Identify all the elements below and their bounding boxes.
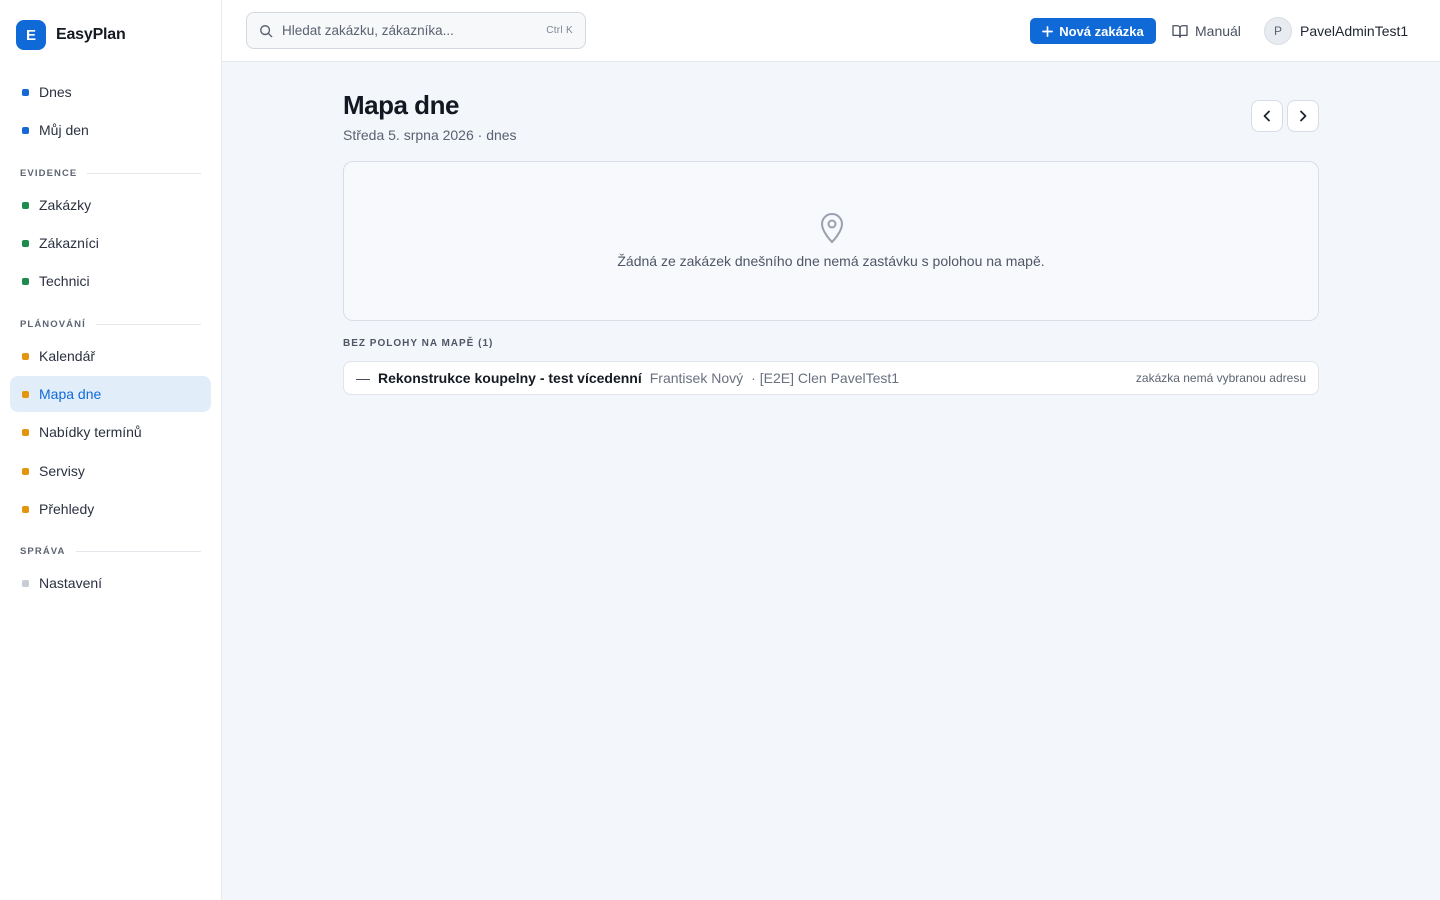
sidebar-item-dnes[interactable]: Dnes bbox=[10, 74, 211, 110]
search-shortcut: Ctrl K bbox=[546, 25, 573, 36]
username: PavelAdminTest1 bbox=[1300, 23, 1409, 39]
sidebar-item-label: Nastavení bbox=[39, 575, 103, 591]
section-planovani: PLÁNOVÁNÍ bbox=[20, 317, 201, 331]
brand[interactable]: E EasyPlan bbox=[16, 20, 126, 50]
section-divider bbox=[75, 550, 201, 552]
no-location-heading: BEZ POLOHY NA MAPĚ (1) bbox=[343, 338, 494, 349]
sidebar-item-label: Technici bbox=[39, 273, 90, 289]
nav-dot bbox=[22, 467, 29, 475]
row-note: zakázka nemá vybranou adresu bbox=[1135, 371, 1306, 385]
sidebar-item-prehledy[interactable]: Přehledy bbox=[10, 491, 211, 527]
nav-dot bbox=[22, 201, 29, 209]
map-empty-message: Žádná ze zakázek dnešního dne nemá zastá… bbox=[617, 253, 1045, 269]
section-title: PLÁNOVÁNÍ bbox=[20, 318, 86, 330]
chevron-right-icon bbox=[1300, 110, 1307, 122]
section-divider bbox=[95, 323, 201, 325]
page-title: Mapa dne bbox=[343, 90, 459, 120]
sidebar-item-label: Zákazníci bbox=[39, 235, 99, 251]
section-sprava: SPRÁVA bbox=[20, 544, 201, 558]
manual-label: Manuál bbox=[1195, 23, 1241, 39]
sidebar-item-label: Zakázky bbox=[39, 197, 92, 213]
search-input[interactable]: Hledat zakázku, zákazníka... Ctrl K bbox=[246, 12, 586, 49]
section-evidence: EVIDENCE bbox=[20, 166, 201, 180]
nav-dot bbox=[22, 88, 29, 96]
sidebar-item-label: Můj den bbox=[39, 122, 89, 138]
sidebar-item-zakazky[interactable]: Zakázky bbox=[10, 187, 211, 223]
sidebar-item-label: Servisy bbox=[39, 463, 85, 479]
job-name: Rekonstrukce koupelny - test vícedenní bbox=[378, 370, 642, 386]
sidebar-item-muj-den[interactable]: Můj den bbox=[10, 112, 211, 148]
manual-link[interactable]: Manuál bbox=[1172, 19, 1241, 43]
technician-name: [E2E] Clen PavelTest1 bbox=[759, 370, 900, 386]
new-job-label: Nová zakázka bbox=[1059, 23, 1144, 39]
section-title: EVIDENCE bbox=[20, 167, 78, 179]
app-logo: E bbox=[16, 20, 46, 50]
sidebar-item-nastaveni[interactable]: Nastavení bbox=[10, 565, 211, 601]
avatar: P bbox=[1264, 17, 1292, 45]
plus-icon bbox=[1042, 25, 1054, 37]
page-subtitle: Středa 5. srpna 2026 · dnes bbox=[343, 127, 517, 143]
topbar: Hledat zakázku, zákazníka... Ctrl K Nová… bbox=[222, 0, 1440, 62]
sidebar-item-kalendar[interactable]: Kalendář bbox=[10, 338, 211, 374]
app-name: EasyPlan bbox=[56, 26, 126, 43]
sidebar-item-mapa-dne[interactable]: Mapa dne bbox=[10, 376, 211, 412]
book-icon bbox=[1172, 25, 1188, 38]
sidebar-item-technici[interactable]: Technici bbox=[10, 263, 211, 299]
section-title: SPRÁVA bbox=[20, 545, 66, 557]
search-placeholder: Hledat zakázku, zákazníka... bbox=[282, 23, 454, 38]
sidebar-item-nabidky-terminu[interactable]: Nabídky termínů bbox=[10, 414, 211, 450]
search-icon bbox=[260, 24, 273, 37]
sidebar-item-label: Dnes bbox=[39, 84, 72, 100]
nav-dot bbox=[22, 428, 29, 436]
sidebar-item-servisy[interactable]: Servisy bbox=[10, 453, 211, 489]
sidebar-item-label: Kalendář bbox=[39, 348, 96, 364]
nav-dot bbox=[22, 579, 29, 587]
chevron-left-icon bbox=[1263, 110, 1270, 122]
sidebar: E EasyPlan Dnes Můj den EVIDENCE Zakázky… bbox=[0, 0, 222, 900]
row-dash: — bbox=[356, 370, 370, 386]
nav-dot bbox=[22, 126, 29, 134]
sidebar-item-zakaznici[interactable]: Zákazníci bbox=[10, 225, 211, 261]
nav-dot bbox=[22, 390, 29, 398]
nav-dot bbox=[22, 239, 29, 247]
sidebar-item-label: Přehledy bbox=[39, 501, 95, 517]
sidebar-item-label: Mapa dne bbox=[39, 386, 102, 402]
nav-dot bbox=[22, 505, 29, 513]
new-job-button[interactable]: Nová zakázka bbox=[1030, 18, 1156, 44]
prev-day-button[interactable] bbox=[1251, 100, 1283, 132]
section-divider bbox=[87, 172, 201, 174]
map-pin-icon bbox=[821, 213, 843, 243]
nav-dot bbox=[22, 352, 29, 360]
user-menu[interactable]: P PavelAdminTest1 bbox=[1264, 17, 1408, 45]
sidebar-item-label: Nabídky termínů bbox=[39, 424, 142, 440]
next-day-button[interactable] bbox=[1287, 100, 1319, 132]
map-panel: Žádná ze zakázek dnešního dne nemá zastá… bbox=[343, 161, 1319, 321]
customer-name: Frantisek Nový bbox=[649, 370, 744, 386]
row-separator: · bbox=[751, 370, 756, 386]
job-row[interactable]: — Rekonstrukce koupelny - test vícedenní… bbox=[343, 361, 1319, 395]
nav-dot bbox=[22, 277, 29, 285]
